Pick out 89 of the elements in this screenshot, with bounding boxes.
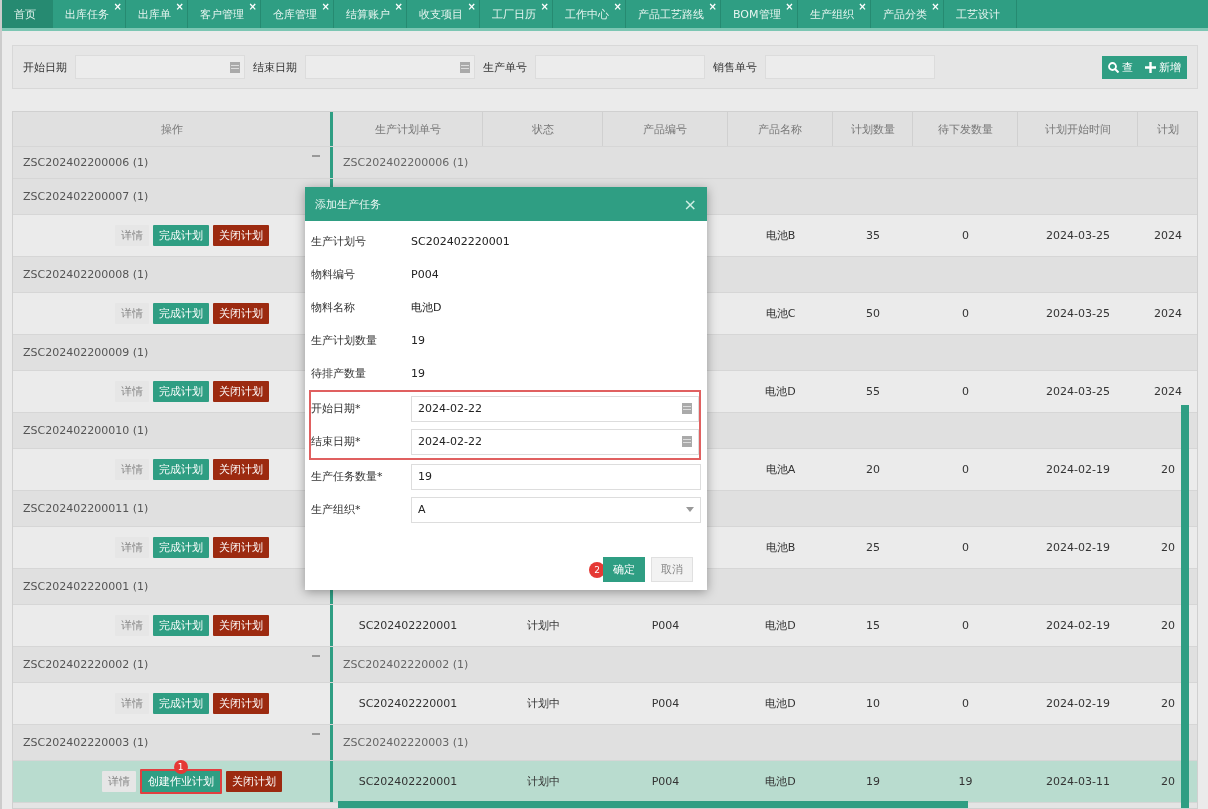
column-header: 产品名称 <box>728 112 833 146</box>
table-cell: P004 <box>651 775 680 788</box>
group-title: ZSC202402200008 (1) <box>23 268 149 281</box>
field-label: 结束日期* <box>311 434 362 449</box>
table-cell: 2024 <box>1154 385 1182 398</box>
table-cell: 0 <box>962 541 969 554</box>
group-title: ZSC202402220003 (1) <box>342 736 469 749</box>
table-cell: 计划中 <box>526 619 560 632</box>
group-title: ZSC202402220002 (1) <box>342 658 469 671</box>
column-header: 计划 <box>1138 112 1197 146</box>
table-cell: SC202402220001 <box>358 619 458 632</box>
table-cell: 35 <box>866 229 880 242</box>
field-label: 生产组织* <box>311 502 362 517</box>
field-label: 物料名称 <box>311 300 356 315</box>
group-title: ZSC202402200009 (1) <box>23 346 149 359</box>
table-cell: 15 <box>866 619 880 632</box>
group-title: ZSC202402220003 (1) <box>23 736 149 749</box>
table-cell: 2024-02-19 <box>1046 463 1110 476</box>
table-cell: P004 <box>651 697 680 710</box>
group-title: ZSC202402200010 (1) <box>23 424 149 437</box>
table-cell: 20 <box>1161 775 1175 788</box>
table-cell: 19 <box>958 775 973 788</box>
field-value: SC202402220001 <box>411 235 510 248</box>
table-cell: 电池D <box>765 385 796 398</box>
table-cell: 2024-02-19 <box>1046 697 1110 710</box>
column-header: 操作 <box>159 121 184 137</box>
table-cell: 0 <box>962 619 969 632</box>
table-cell: 2024 <box>1154 307 1182 320</box>
field-label: 待排产数量 <box>311 366 367 381</box>
table-cell: 50 <box>866 307 880 320</box>
table-cell: 20 <box>866 463 880 476</box>
filter-label: 开始日期 <box>23 59 67 75</box>
column-header: 生产计划单号 <box>333 112 483 146</box>
group-title: ZSC202402220001 (1) <box>23 580 149 593</box>
field-label: 生产计划数量 <box>311 333 378 348</box>
field-label: 生产任务数量* <box>311 469 384 484</box>
table-cell: 0 <box>962 463 969 476</box>
group-title: ZSC202402200007 (1) <box>23 190 149 203</box>
table-cell: 电池D <box>765 697 796 710</box>
table-cell: 计划中 <box>526 775 560 788</box>
table-cell: 25 <box>866 541 880 554</box>
column-header: 计划开始时间 <box>1018 112 1138 146</box>
table-cell: 电池D <box>765 619 796 632</box>
table-cell: 2024-03-25 <box>1046 385 1110 398</box>
table-cell: 电池A <box>765 463 796 476</box>
table-cell: 电池D <box>765 775 796 788</box>
table-cell: 20 <box>1161 619 1175 632</box>
table-cell: 电池C <box>765 307 796 320</box>
filter-label: 生产单号 <box>483 59 527 75</box>
table-cell: 电池B <box>765 541 796 554</box>
table-cell: P004 <box>651 619 680 632</box>
table-cell: 20 <box>1161 697 1175 710</box>
filter-label: 结束日期 <box>253 59 297 75</box>
table-cell: 55 <box>866 385 880 398</box>
table-cell: 2024-02-19 <box>1046 541 1110 554</box>
table-cell: 0 <box>962 385 969 398</box>
table-cell: SC202402220001 <box>358 697 458 710</box>
table-cell: 计划中 <box>526 697 560 710</box>
column-header: 待下发数量 <box>913 112 1018 146</box>
group-title: ZSC202402200006 (1) <box>23 156 149 169</box>
group-title: ZSC202402220002 (1) <box>23 658 149 671</box>
table-cell: 19 <box>866 775 880 788</box>
table-cell: 0 <box>962 307 969 320</box>
dialog-title: 添加生产任务 <box>315 196 381 212</box>
table-cell: 2024-03-25 <box>1046 307 1110 320</box>
field-value: P004 <box>411 268 439 281</box>
table-cell: 2024-02-19 <box>1046 619 1110 632</box>
field-value: 19 <box>411 334 425 347</box>
table-cell: SC202402220001 <box>358 775 458 788</box>
column-header: 状态 <box>483 112 603 146</box>
table-cell: 20 <box>1161 463 1175 476</box>
table-cell: 2024-03-25 <box>1046 229 1110 242</box>
filter-label: 销售单号 <box>713 59 757 75</box>
field-value: 电池D <box>411 300 442 315</box>
field-label: 开始日期* <box>311 401 362 416</box>
table-cell: 2024-03-11 <box>1046 775 1110 788</box>
group-title: ZSC202402200006 (1) <box>342 156 469 169</box>
column-header: 计划数量 <box>833 112 913 146</box>
table-cell: 10 <box>866 697 880 710</box>
field-label: 物料编号 <box>311 267 356 282</box>
table-cell: 20 <box>1161 541 1175 554</box>
column-header: 产品编号 <box>603 112 728 146</box>
table-cell: 电池B <box>765 229 796 242</box>
table-cell: 2024 <box>1154 229 1182 242</box>
field-label: 生产计划号 <box>311 234 367 249</box>
table-cell: 0 <box>962 229 969 242</box>
table-cell: 0 <box>962 697 969 710</box>
group-title: ZSC202402200011 (1) <box>23 502 149 515</box>
field-value: 19 <box>411 367 425 380</box>
